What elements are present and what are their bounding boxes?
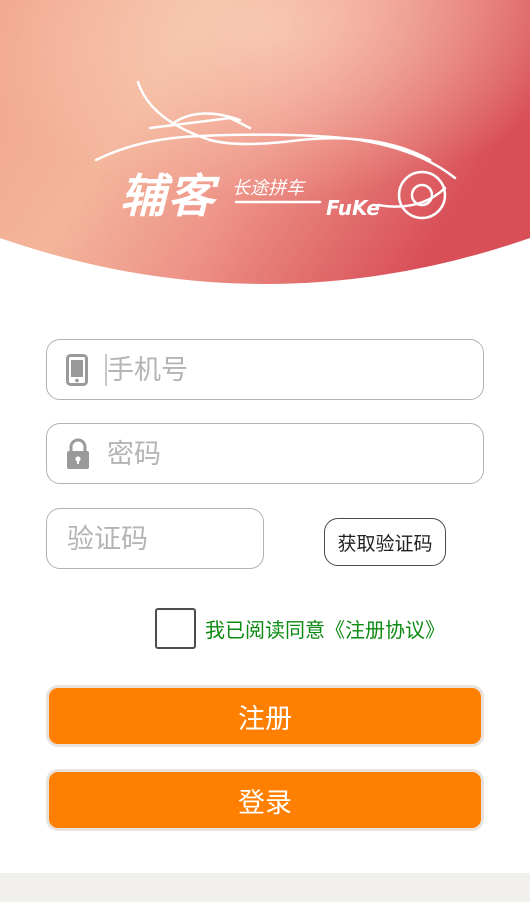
verification-code-field[interactable] [46,508,264,569]
login-button[interactable]: 登录 [46,769,484,831]
logo-tagline: 长途拼车 [232,178,304,199]
logo-brand-cn: 辅客 [120,169,216,223]
verification-code-input[interactable] [67,517,257,561]
hero-banner: 辅客 长途拼车 FuKe [0,0,530,300]
agreement-checkbox[interactable] [155,608,196,649]
register-button[interactable]: 注册 [46,685,484,747]
hero-background [0,0,530,284]
agreement-link[interactable]: 我已阅读同意《注册协议》 [205,614,445,643]
password-input[interactable] [107,432,467,476]
logo-brand-en: FuKe [326,196,380,220]
phone-icon [66,354,90,386]
phone-field[interactable] [46,339,484,400]
lock-icon [66,438,90,470]
get-code-button[interactable]: 获取验证码 [324,518,446,566]
phone-input[interactable] [107,348,467,392]
password-field[interactable] [46,423,484,484]
bottom-bar [0,873,530,902]
